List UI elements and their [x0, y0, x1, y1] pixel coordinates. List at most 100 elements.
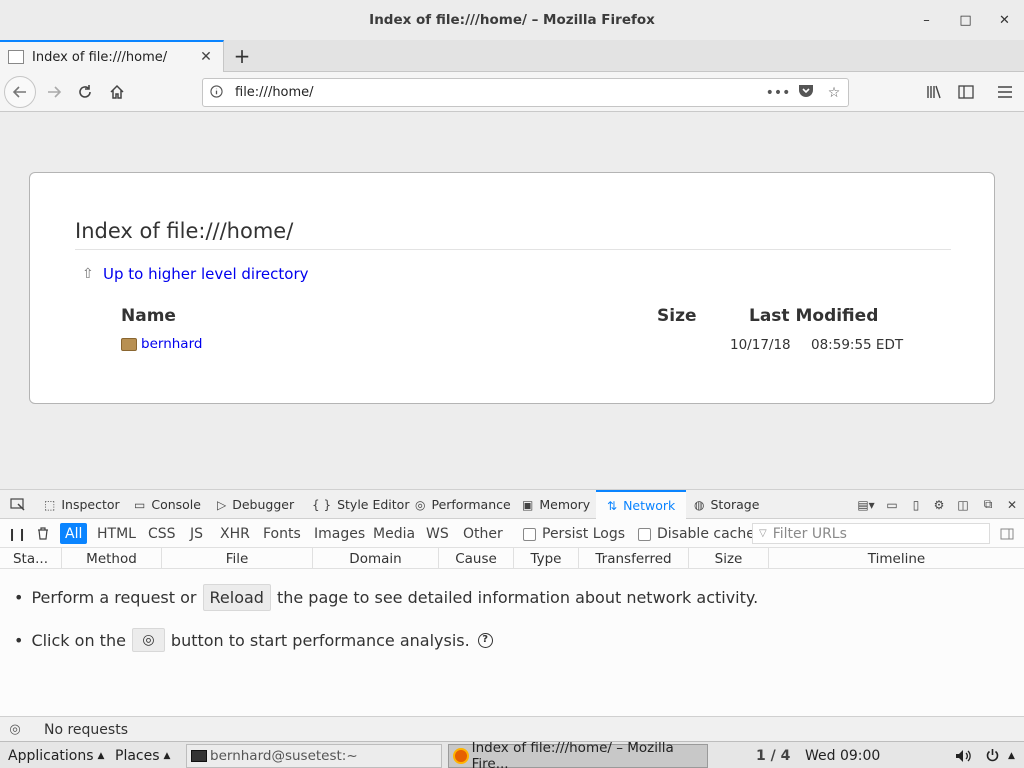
column-header-name[interactable]: Name — [121, 306, 176, 326]
request-table-header: Sta... Method File Domain Cause Type Tra… — [0, 548, 1024, 569]
dock-side-icon[interactable]: ◫ — [951, 490, 975, 519]
tab-strip: Index of file:///home/ ✕ + — [0, 40, 1024, 72]
pick-element-icon[interactable] — [4, 490, 30, 519]
filter-all[interactable]: All — [60, 523, 88, 544]
volume-icon[interactable] — [955, 742, 971, 768]
filter-media[interactable]: Media — [368, 523, 420, 544]
checkbox-box[interactable] — [638, 527, 651, 541]
up-directory-label[interactable]: Up to higher level directory — [103, 265, 309, 283]
column-file[interactable]: File — [162, 548, 313, 569]
minimize-button[interactable]: – — [907, 0, 946, 40]
tab-debugger[interactable]: ▷ Debugger — [217, 490, 294, 519]
taskbar-window-terminal[interactable]: bernhard@susetest:~ — [186, 744, 442, 768]
persist-logs-label: Persist Logs — [542, 526, 626, 542]
taskbar-window-firefox[interactable]: Index of file:///home/ – Mozilla Fire... — [448, 740, 708, 768]
triangle-up-icon[interactable]: ▲ — [1008, 742, 1015, 768]
column-header-modified[interactable]: Last Modified — [749, 306, 878, 326]
sidebar-toggle-icon[interactable] — [950, 76, 982, 108]
column-domain[interactable]: Domain — [313, 548, 439, 569]
back-button[interactable] — [4, 76, 36, 108]
up-arrow-icon: ⇧ — [82, 266, 94, 282]
split-console-icon[interactable]: ▭ — [880, 490, 904, 519]
close-devtools-icon[interactable]: ✕ — [1000, 490, 1024, 519]
filter-ws[interactable]: WS — [421, 523, 454, 544]
tab-performance[interactable]: ◎ Performance — [415, 490, 511, 519]
empty-message-performance: • Click on the ◎ button to start perform… — [14, 628, 493, 652]
workspace-switcher[interactable]: 1 / 4 — [756, 742, 790, 768]
tab-storage[interactable]: ◍ Storage — [694, 490, 759, 519]
tab-memory[interactable]: ▣ Memory — [522, 490, 590, 519]
trash-icon[interactable] — [32, 519, 54, 548]
page-icon — [8, 50, 24, 64]
page-actions-icon[interactable]: ••• — [764, 85, 792, 101]
bookmark-star-icon[interactable]: ☆ — [820, 85, 848, 101]
column-status[interactable]: Sta... — [0, 548, 62, 569]
column-transferred[interactable]: Transferred — [579, 548, 689, 569]
devtools-panel: ⬚ Inspector ▭ Console ▷ Debugger { } Style E… — [0, 489, 1024, 742]
toggle-sidebar-icon[interactable] — [997, 519, 1017, 548]
reload-button[interactable]: Reload — [202, 584, 271, 611]
request-count: No requests — [44, 721, 128, 738]
library-icon[interactable] — [918, 76, 950, 108]
browser-tab[interactable]: Index of file:///home/ ✕ — [0, 40, 224, 72]
maximize-button[interactable]: □ — [946, 0, 985, 40]
applications-menu[interactable]: Applications ▲ — [8, 742, 104, 768]
clock[interactable]: Wed 09:00 — [805, 742, 880, 768]
filter-other[interactable]: Other — [458, 523, 508, 544]
checkbox-box[interactable] — [523, 527, 536, 541]
persist-logs-checkbox[interactable]: Persist Logs — [523, 526, 625, 542]
filter-urls-placeholder: Filter URLs — [772, 525, 847, 542]
up-directory-link[interactable]: ⇧ Up to higher level directory — [82, 265, 309, 283]
reload-icon — [79, 85, 91, 98]
info-icon[interactable] — [203, 84, 229, 101]
directory-link[interactable]: bernhard — [141, 336, 202, 352]
tab-style-editor[interactable]: { } Style Editor — [312, 490, 409, 519]
column-size[interactable]: Size — [689, 548, 769, 569]
responsive-design-icon[interactable]: ▯ — [904, 490, 928, 519]
column-timeline[interactable]: Timeline — [769, 548, 1024, 569]
tab-network[interactable]: ⇅ Network — [596, 490, 687, 519]
filter-css[interactable]: CSS — [143, 523, 181, 544]
filter-xhr[interactable]: XHR — [215, 523, 255, 544]
url-text[interactable]: file:///home/ — [229, 85, 764, 100]
tab-inspector[interactable]: ⬚ Inspector — [44, 490, 120, 519]
tab-console[interactable]: ▭ Console — [134, 490, 201, 519]
pause-icon[interactable]: ❙❙ — [6, 519, 28, 548]
filter-fonts[interactable]: Fonts — [258, 523, 306, 544]
undock-icon[interactable]: ⧉ — [976, 490, 1000, 519]
performance-analysis-button[interactable]: ◎ — [131, 628, 165, 652]
layout-menu-icon[interactable]: ▤▾ — [852, 490, 880, 519]
close-tab-icon[interactable]: ✕ — [195, 49, 217, 65]
reload-button[interactable] — [69, 76, 101, 108]
tab-label: Index of file:///home/ — [32, 49, 168, 65]
modified-time: 08:59:55 EDT — [811, 337, 904, 353]
column-type[interactable]: Type — [514, 548, 579, 569]
page-heading: Index of file:///home/ — [75, 219, 294, 243]
power-icon[interactable] — [985, 742, 1000, 768]
new-tab-button[interactable]: + — [228, 40, 256, 72]
disable-cache-checkbox[interactable]: Disable cache — [638, 526, 755, 542]
column-header-size[interactable]: Size — [657, 306, 697, 326]
places-menu[interactable]: Places ▲ — [115, 742, 170, 768]
network-icon: ⇅ — [607, 498, 618, 513]
forward-button[interactable] — [38, 76, 70, 108]
settings-gear-icon[interactable]: ⚙ — [927, 490, 951, 519]
url-bar[interactable]: file:///home/ ••• ☆ — [202, 78, 849, 107]
filter-urls-input[interactable]: ▽ Filter URLs — [752, 523, 990, 544]
terminal-icon — [191, 750, 207, 762]
memory-icon: ▣ — [522, 497, 534, 512]
home-button[interactable] — [101, 76, 133, 108]
hamburger-menu-icon[interactable] — [989, 76, 1021, 108]
help-icon[interactable]: ? — [477, 632, 493, 648]
stopwatch-icon[interactable]: ◎ — [0, 722, 30, 737]
filter-images[interactable]: Images — [309, 523, 370, 544]
close-window-button[interactable]: ✕ — [985, 0, 1024, 40]
inspector-icon: ⬚ — [44, 497, 56, 512]
filter-html[interactable]: HTML — [92, 523, 141, 544]
pocket-icon[interactable] — [792, 84, 820, 102]
column-cause[interactable]: Cause — [439, 548, 514, 569]
filter-js[interactable]: JS — [185, 523, 208, 544]
desktop-taskbar: Applications ▲ Places ▲ bernhard@susetest:… — [0, 740, 1024, 768]
bullet: • — [14, 588, 24, 607]
column-method[interactable]: Method — [62, 548, 162, 569]
